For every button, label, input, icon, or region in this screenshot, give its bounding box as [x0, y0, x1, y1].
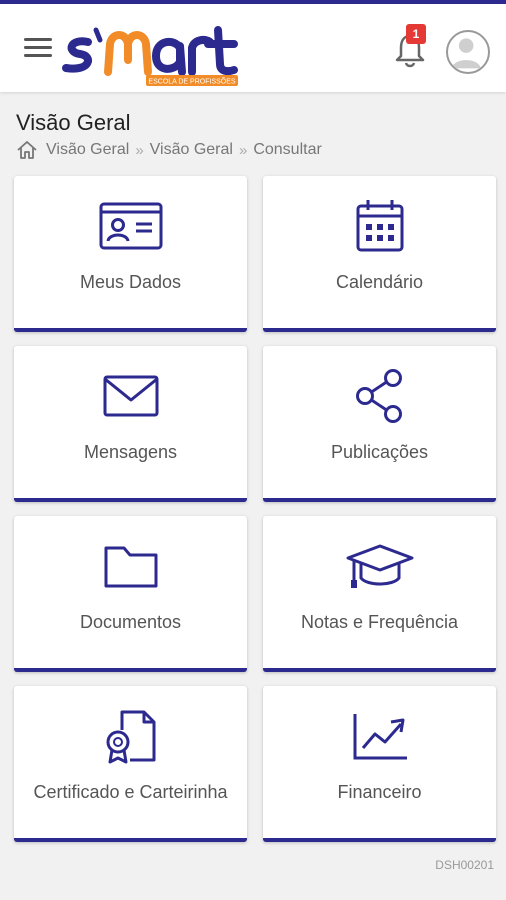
tile-notas-frequencia[interactable]: Notas e Frequência: [263, 516, 496, 672]
tile-label: Certificado e Carteirinha: [33, 782, 228, 802]
breadcrumb-separator-icon: »: [135, 141, 144, 159]
calendar-icon: [356, 200, 403, 252]
svg-text:ESCOLA DE PROFISSÕES: ESCOLA DE PROFISSÕES: [148, 77, 235, 86]
home-icon[interactable]: [16, 140, 38, 160]
app-header: ESCOLA DE PROFISSÕES 1: [0, 4, 506, 92]
menu-icon[interactable]: [24, 38, 52, 60]
tile-financeiro[interactable]: Financeiro: [263, 686, 496, 842]
tile-label: Calendário: [335, 272, 424, 292]
id-card-icon: [99, 202, 162, 250]
screen-code: DSH00201: [435, 858, 494, 872]
tile-label: Meus Dados: [79, 272, 182, 292]
graduation-cap-icon: [346, 544, 413, 588]
breadcrumb-item-1[interactable]: Visão Geral: [46, 141, 129, 159]
envelope-icon: [103, 375, 158, 417]
trend-chart-icon: [353, 714, 407, 760]
breadcrumb-item-3: Consultar: [253, 141, 322, 158]
tile-certificado-carteirinha[interactable]: Certificado e Carteirinha: [14, 686, 247, 842]
share-icon: [355, 369, 402, 423]
tile-calendario[interactable]: Calendário: [263, 176, 496, 332]
breadcrumb-item-2[interactable]: Visão Geral: [150, 141, 233, 159]
breadcrumb-separator-icon: »: [238, 141, 248, 159]
avatar[interactable]: [446, 30, 490, 74]
breadcrumb: Visão Geral » Visão Geral » Consultar: [16, 140, 322, 160]
tile-label: Financeiro: [337, 782, 422, 802]
tile-label: Documentos: [79, 612, 182, 632]
certificate-icon: [106, 710, 155, 764]
folder-icon: [104, 546, 157, 588]
tile-meus-dados[interactable]: Meus Dados: [14, 176, 247, 332]
notification-count-badge[interactable]: 1: [406, 24, 426, 44]
smart-logo[interactable]: ESCOLA DE PROFISSÕES: [60, 18, 240, 88]
tile-label: Mensagens: [83, 442, 178, 462]
tile-documentos[interactable]: Documentos: [14, 516, 247, 672]
tile-label: Notas e Frequência: [300, 612, 459, 632]
tile-label: Publicações: [330, 442, 429, 462]
page-title: Visão Geral: [16, 110, 131, 135]
tile-mensagens[interactable]: Mensagens: [14, 346, 247, 502]
tile-publicacoes[interactable]: Publicações: [263, 346, 496, 502]
